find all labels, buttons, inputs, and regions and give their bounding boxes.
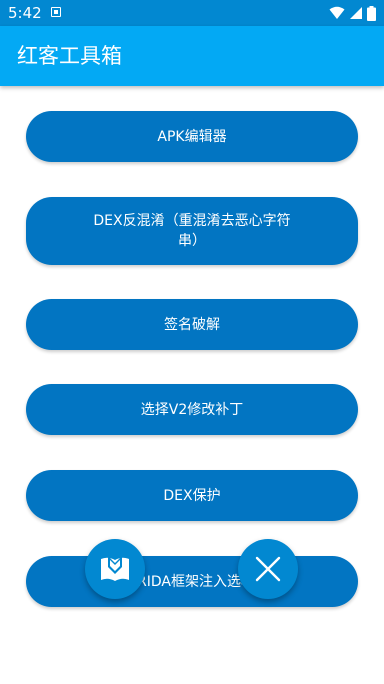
dex-deobfuscate-button[interactable]: DEX反混淆（重混淆去恶心字符串） — [26, 197, 358, 265]
close-icon — [255, 556, 281, 582]
notification-icon — [51, 7, 61, 17]
wifi-icon — [329, 6, 345, 19]
signal-icon — [350, 7, 362, 19]
v2-patch-button[interactable]: 选择V2修改补丁 — [26, 384, 358, 435]
dex-protect-label: DEX保护 — [163, 487, 221, 504]
signature-crack-button[interactable]: 签名破解 — [26, 299, 358, 350]
dex-deobfuscate-label: DEX反混淆（重混淆去恶心字符串） — [93, 213, 291, 249]
status-bar: 5:42 — [0, 0, 384, 26]
close-fab[interactable] — [238, 539, 298, 599]
apk-editor-label: APK编辑器 — [157, 128, 227, 145]
frida-inject-label: FRIDA框架注入选项 — [128, 573, 256, 590]
battery-icon — [367, 5, 376, 21]
app-bar: 红客工具箱 — [0, 26, 384, 86]
status-icons — [329, 4, 376, 22]
book-icon — [101, 556, 129, 581]
apk-editor-button[interactable]: APK编辑器 — [26, 111, 358, 162]
app-title: 红客工具箱 — [17, 44, 122, 68]
v2-patch-label: 选择V2修改补丁 — [140, 401, 244, 418]
book-fab[interactable] — [85, 539, 145, 599]
status-time: 5:42 — [8, 4, 42, 22]
frida-inject-button[interactable]: FRIDA框架注入选项 — [26, 556, 358, 607]
dex-protect-button[interactable]: DEX保护 — [26, 470, 358, 521]
signature-crack-label: 签名破解 — [164, 316, 220, 333]
